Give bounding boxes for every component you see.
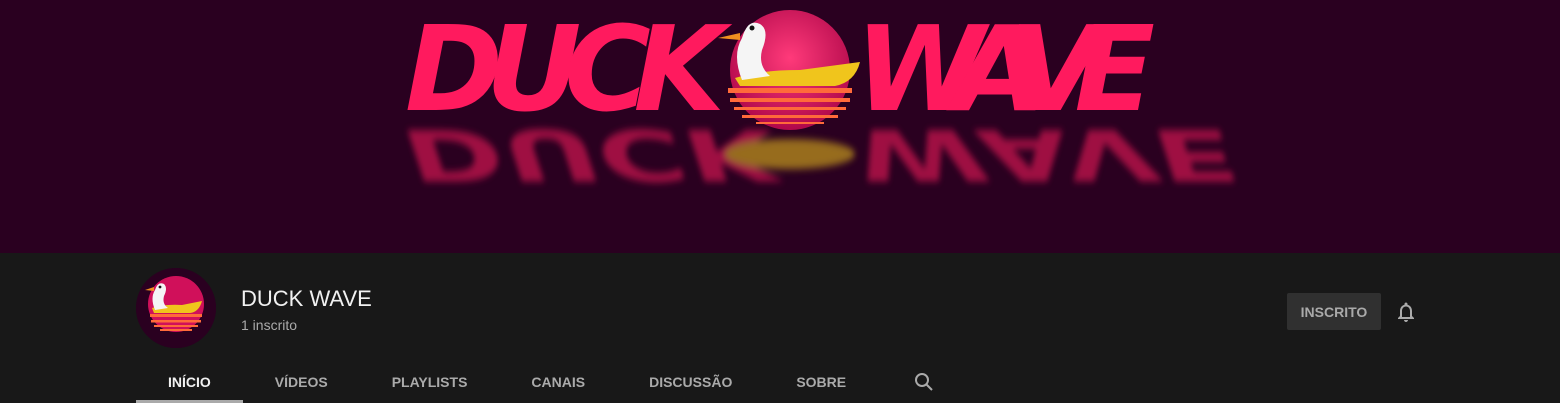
tab-discussao[interactable]: DISCUSSÃO [617, 363, 764, 403]
tab-playlists[interactable]: PLAYLISTS [360, 363, 500, 403]
bell-icon[interactable] [1394, 300, 1418, 324]
banner-title-left: DUCK [405, 0, 733, 138]
channel-avatar[interactable] [136, 268, 216, 348]
subscriber-count: 1 inscrito [241, 317, 298, 333]
banner-title-right: WAVE [855, 0, 1155, 138]
duck-sunset-logo-icon [136, 268, 216, 348]
tab-videos[interactable]: VÍDEOS [243, 363, 360, 403]
channel-tabs: INÍCIO VÍDEOS PLAYLISTS CANAIS DISCUSSÃO… [136, 363, 936, 403]
tab-canais[interactable]: CANAIS [499, 363, 617, 403]
channel-banner: DUCK WAVE DUCK WAVE [0, 0, 1560, 253]
channel-header: DUCK WAVE 1 inscrito INSCRITO INÍCIO VÍD… [0, 253, 1560, 403]
tab-inicio[interactable]: INÍCIO [136, 363, 243, 403]
subscribed-button[interactable]: INSCRITO [1287, 293, 1381, 330]
channel-name: DUCK WAVE [241, 286, 372, 311]
tab-sobre[interactable]: SOBRE [764, 363, 878, 403]
search-icon[interactable] [912, 370, 936, 394]
